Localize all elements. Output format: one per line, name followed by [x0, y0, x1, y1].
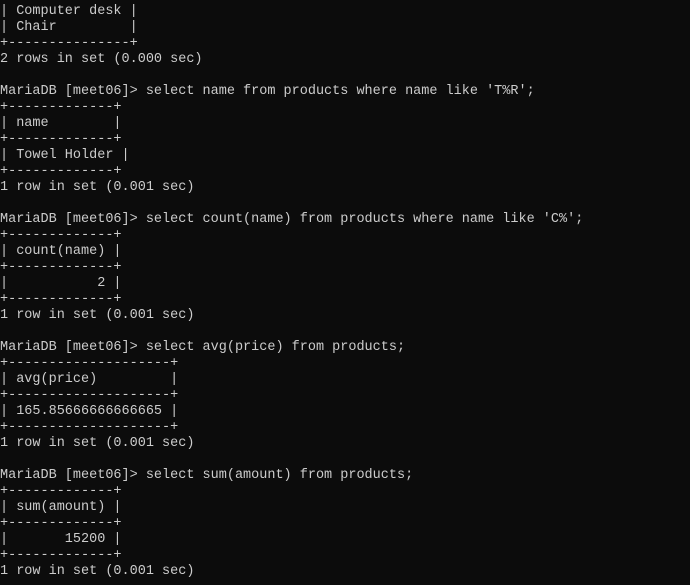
table-border-line: +-------------+: [0, 292, 122, 307]
table-row-line: | Chair |: [0, 20, 138, 35]
table-row-line: | 165.85666666666665 |: [0, 404, 179, 419]
table-row-line: | 15200 |: [0, 532, 122, 547]
terminal-output: | Computer desk | | Chair | +-------------…: [0, 4, 583, 580]
result-summary-line: 2 rows in set (0.000 sec): [0, 52, 203, 67]
table-border-line: +--------------------+: [0, 388, 179, 403]
table-border-line: +-------------+: [0, 260, 122, 275]
table-border-line: +--------------------+: [0, 356, 179, 371]
table-border-line: +-------------+: [0, 164, 122, 179]
command-line: MariaDB [meet06]> select sum(amount) fro…: [0, 468, 414, 483]
result-summary-line: 1 row in set (0.001 sec): [0, 436, 195, 451]
result-summary-line: 1 row in set (0.001 sec): [0, 308, 195, 323]
table-border-line: +-------------+: [0, 132, 122, 147]
table-border-line: +-------------+: [0, 228, 122, 243]
table-row-line: | avg(price) |: [0, 372, 179, 387]
table-row-line: | count(name) |: [0, 244, 122, 259]
table-row-line: | Towel Holder |: [0, 148, 130, 163]
command-line: MariaDB [meet06]> select name from produ…: [0, 84, 535, 99]
result-summary-line: 1 row in set (0.001 sec): [0, 180, 195, 195]
table-border-line: +-------------+: [0, 100, 122, 115]
table-row-line: | 2 |: [0, 276, 122, 291]
table-border-line: +-------------+: [0, 548, 122, 563]
terminal-window[interactable]: | Computer desk | | Chair | +-------------…: [0, 0, 690, 585]
table-border-line: +---------------+: [0, 36, 138, 51]
table-border-line: +-------------+: [0, 484, 122, 499]
table-border-line: +--------------------+: [0, 420, 179, 435]
command-line: MariaDB [meet06]> select count(name) fro…: [0, 212, 584, 227]
table-row-line: | name |: [0, 116, 122, 131]
result-summary-line: 1 row in set (0.001 sec): [0, 564, 195, 579]
table-border-line: +-------------+: [0, 516, 122, 531]
table-row-line: | Computer desk |: [0, 4, 138, 19]
table-row-line: | sum(amount) |: [0, 500, 122, 515]
command-line: MariaDB [meet06]> select avg(price) from…: [0, 340, 406, 355]
